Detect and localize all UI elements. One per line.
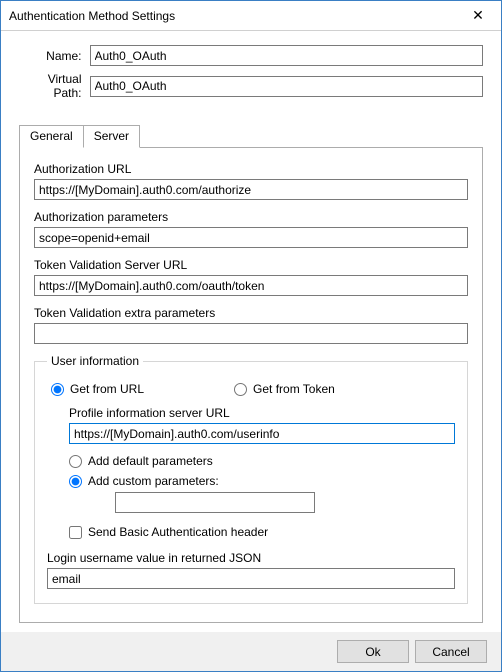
tab-server[interactable]: Server [83,125,140,148]
close-icon: ✕ [472,7,484,24]
add-default-params-radio[interactable]: Add default parameters [69,454,455,468]
auth-url-input[interactable] [34,179,468,200]
auth-params-input[interactable] [34,227,468,248]
virtual-path-label: Virtual Path: [19,72,90,100]
login-json-input[interactable] [47,568,455,589]
user-information-legend: User information [47,354,143,368]
profile-url-input[interactable] [69,423,455,444]
auth-params-group: Authorization parameters [34,210,468,248]
add-custom-params-radio[interactable]: Add custom parameters: [69,474,455,488]
title-bar: Authentication Method Settings ✕ [1,1,501,31]
basic-auth-row: Send Basic Authentication header [69,525,455,539]
client-area: Name: Virtual Path: General Server Autho… [1,31,501,631]
add-default-params-label: Add default parameters [88,454,213,468]
profile-url-group: Profile information server URL [69,406,455,444]
get-from-token-radio-label: Get from Token [253,382,335,396]
virtual-path-row: Virtual Path: [19,72,483,100]
source-radio-row: Get from URL Get from Token [51,382,455,396]
login-json-group: Login username value in returned JSON [47,551,455,589]
token-extra-label: Token Validation extra parameters [34,306,468,320]
name-input[interactable] [90,45,484,66]
add-custom-params-label: Add custom parameters: [88,474,219,488]
get-from-url-radio[interactable]: Get from URL [51,382,144,396]
token-extra-input[interactable] [34,323,468,344]
auth-url-group: Authorization URL [34,162,468,200]
send-basic-auth-label: Send Basic Authentication header [88,525,268,539]
auth-params-label: Authorization parameters [34,210,468,224]
send-basic-auth-checkbox-input[interactable] [69,526,82,539]
close-button[interactable]: ✕ [455,1,501,31]
name-row: Name: [19,45,483,66]
get-from-url-radio-label: Get from URL [70,382,144,396]
profile-url-label: Profile information server URL [69,406,455,420]
get-from-token-radio-input[interactable] [234,383,247,396]
custom-params-input[interactable] [115,492,315,513]
add-default-params-radio-input[interactable] [69,455,82,468]
token-extra-group: Token Validation extra parameters [34,306,468,344]
dialog-footer: Ok Cancel [1,631,501,671]
login-json-label: Login username value in returned JSON [47,551,455,565]
virtual-path-input[interactable] [90,76,484,97]
ok-button[interactable]: Ok [337,640,409,663]
get-from-token-radio[interactable]: Get from Token [234,382,335,396]
tab-control: General Server Authorization URL Authori… [19,124,483,623]
user-information-group: User information Get from URL Get from T… [34,354,468,604]
add-custom-params-radio-input[interactable] [69,475,82,488]
send-basic-auth-checkbox[interactable]: Send Basic Authentication header [69,525,455,539]
window-title: Authentication Method Settings [9,9,175,23]
params-radio-group: Add default parameters Add custom parame… [69,454,455,513]
cancel-button[interactable]: Cancel [415,640,487,663]
tab-page-server: Authorization URL Authorization paramete… [19,147,483,623]
tab-strip: General Server [19,124,483,147]
auth-url-label: Authorization URL [34,162,468,176]
token-url-group: Token Validation Server URL [34,258,468,296]
token-url-label: Token Validation Server URL [34,258,468,272]
tab-general[interactable]: General [19,125,84,148]
token-url-input[interactable] [34,275,468,296]
name-label: Name: [19,49,90,63]
get-from-url-radio-input[interactable] [51,383,64,396]
